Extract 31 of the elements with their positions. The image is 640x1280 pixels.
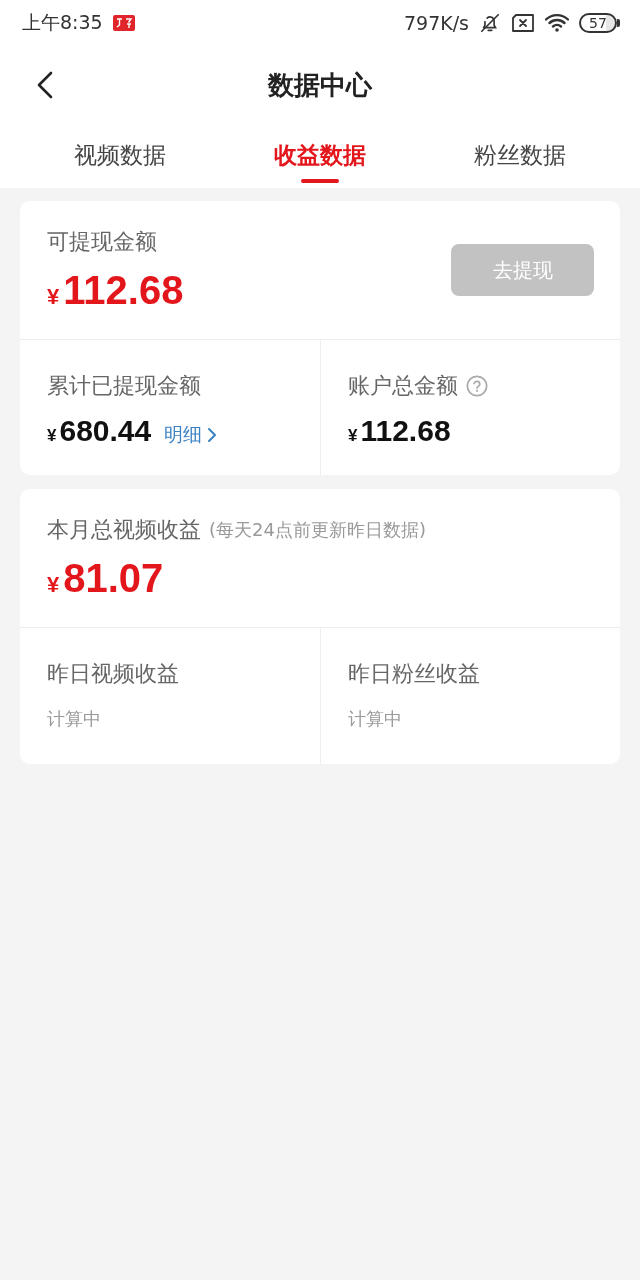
detail-link[interactable]: 明细 <box>164 422 217 448</box>
battery-indicator: 57 <box>579 12 620 33</box>
clock-time: 上午8:35 <box>22 9 103 35</box>
tab[interactable]: 视频数据 <box>72 125 168 188</box>
stat-value: 计算中 <box>47 707 102 731</box>
stat-label: 昨日粉丝收益 <box>348 661 481 687</box>
app-logo-icon <box>112 14 135 31</box>
amount-value: 81.07 <box>63 555 164 600</box>
tab[interactable]: 收益数据 <box>272 125 368 188</box>
stat-label: 累计已提现金额 <box>47 373 201 399</box>
sim-card-x-icon <box>511 13 535 32</box>
network-speed: 797K/s <box>403 11 469 34</box>
currency-symbol: ¥ <box>47 283 60 310</box>
amount-value: 112.68 <box>63 267 184 312</box>
stat-label: 昨日视频收益 <box>47 661 180 687</box>
tab[interactable]: 粉丝数据 <box>472 125 568 188</box>
stat-label: 账户总金额 <box>348 373 458 399</box>
bell-off-icon <box>479 11 501 34</box>
chevron-right-icon <box>208 428 217 442</box>
amount-value: 680.44 <box>59 414 152 447</box>
stat-value: 计算中 <box>348 707 403 731</box>
page-title: 数据中心 <box>266 68 374 102</box>
update-note: (每天24点前更新昨日数据) <box>209 517 426 542</box>
currency-symbol: ¥ <box>47 426 57 446</box>
card-label: 可提现金额 <box>47 228 158 255</box>
wifi-icon <box>545 13 569 32</box>
card-label: 本月总视频收益 <box>47 516 201 543</box>
amount-value: 112.68 <box>360 414 451 447</box>
currency-symbol: ¥ <box>47 571 60 598</box>
currency-symbol: ¥ <box>348 426 358 446</box>
chevron-left-icon <box>37 71 53 99</box>
